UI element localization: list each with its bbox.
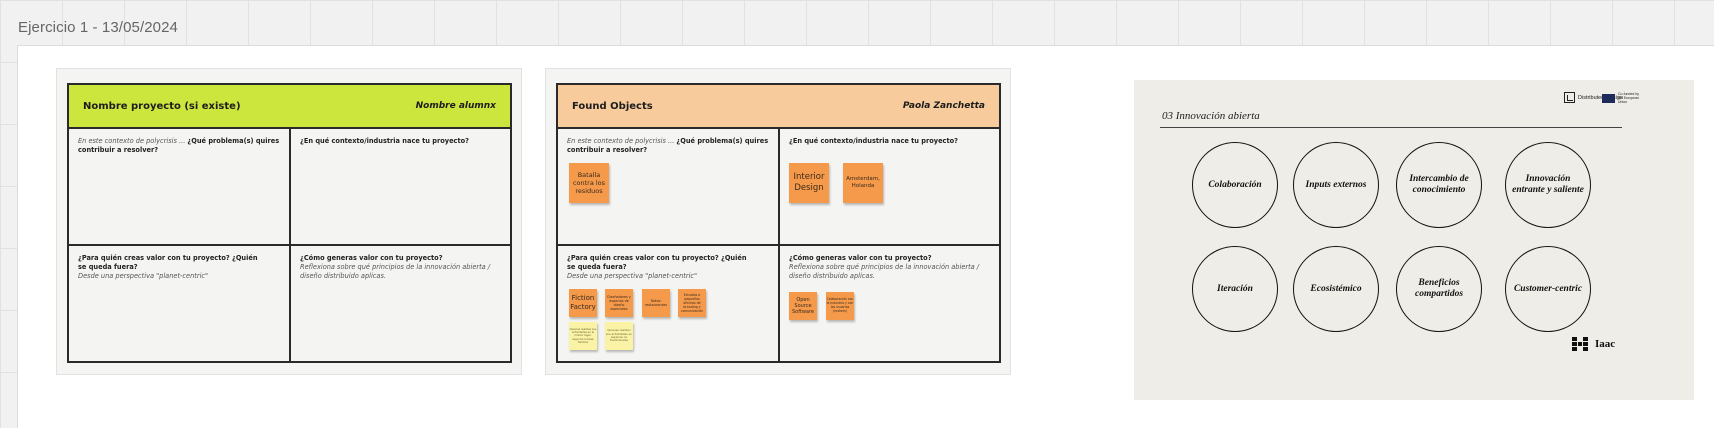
concept-circle[interactable]: Inputs externos [1293, 142, 1379, 228]
concept-circle[interactable]: Beneficios compartidos [1396, 246, 1482, 332]
cell-value-for[interactable]: ¿Para quién creas valor con tu proyecto?… [558, 246, 758, 289]
sticky-note[interactable]: Diseñadores y espacios de diseño especia… [605, 289, 633, 317]
board-template[interactable]: Nombre proyecto (si existe) Nombre alumn… [56, 68, 522, 375]
distributed-design-icon [1564, 92, 1575, 103]
cell-context[interactable]: ¿En qué contexto/industria nace tu proye… [291, 129, 512, 154]
cell-value-for-question: ¿Para quién creas valor con tu proyecto?… [567, 254, 747, 271]
sticky-note[interactable]: Colaboración con la industria y con los … [826, 292, 854, 320]
concept-circle[interactable]: Customer-centric [1505, 246, 1591, 332]
concept-circle[interactable]: Colaboración [1192, 142, 1278, 228]
concept-circle[interactable]: Ecosistémico [1293, 246, 1379, 332]
student-name-field[interactable]: Paola Zanchetta [903, 101, 985, 111]
cell-context[interactable]: ¿En qué contexto/industria nace tu proye… [780, 129, 1001, 154]
title-rule [1160, 127, 1622, 128]
cell-problem[interactable]: En este contexto de polycrisis ... ¿Qué … [558, 129, 778, 163]
cell-value-for-question: ¿Para quién creas valor con tu proyecto?… [78, 254, 258, 271]
iaac-logo: Iaac [1572, 337, 1615, 351]
sticky-note[interactable]: Batalla contra los residuos [569, 163, 609, 203]
innovation-board[interactable]: 03 Innovación abierta Distributed Design… [1134, 80, 1694, 400]
cell-value-how-question: ¿Cómo generas valor con tu proyecto? [300, 254, 443, 262]
canvas-grid: Nombre proyecto (si existe) Nombre alumn… [67, 83, 512, 363]
cell-problem-intro: En este contexto de polycrisis ... [567, 137, 677, 145]
eu-logo: Co-funded by the European Union [1602, 92, 1644, 104]
concept-circle[interactable]: Innovación entrante y saliente [1505, 142, 1591, 228]
iaac-grid-icon [1572, 337, 1588, 351]
iaac-wordmark: Iaac [1595, 338, 1616, 350]
concept-circle[interactable]: Iteración [1192, 246, 1278, 332]
sticky-note[interactable]: Fiction Factory [569, 289, 597, 317]
concept-circle[interactable]: Intercambio de conocimiento [1396, 142, 1482, 228]
sticky-note[interactable]: Interior Design [789, 163, 829, 203]
student-name-field[interactable]: Nombre alumnx [416, 101, 496, 111]
sticky-note[interactable]: Open Source Software [789, 292, 817, 320]
sticky-note-yellow[interactable]: Quienes realizan sus actividades en espa… [605, 322, 633, 350]
cell-context-question: ¿En qué contexto/industria nace tu proye… [789, 137, 958, 145]
sticky-note[interactable]: Todos: restaurantes [642, 289, 670, 317]
cell-problem[interactable]: En este contexto de polycrisis ... ¿Qué … [69, 129, 289, 163]
canvas-header: Found Objects Paola Zanchetta [558, 85, 999, 129]
eu-flag-icon [1602, 93, 1615, 103]
cell-problem-intro: En este contexto de polycrisis ... [78, 137, 188, 145]
sticky-note[interactable]: Amsterdam, Holanda [843, 163, 883, 203]
board-found-objects[interactable]: Found Objects Paola Zanchetta En este co… [545, 68, 1011, 375]
frame-title[interactable]: Ejercicio 1 - 13/05/2024 [18, 19, 178, 36]
cell-value-how-hint: Reflexiona sobre qué principios de la in… [300, 263, 491, 280]
cell-value-how[interactable]: ¿Cómo generas valor con tu proyecto? Refl… [780, 246, 1001, 289]
canvas-grid: Found Objects Paola Zanchetta En este co… [556, 83, 1001, 363]
cell-value-how-hint: Reflexiona sobre qué principios de la in… [789, 263, 980, 280]
cell-value-how[interactable]: ¿Cómo generas valor con tu proyecto? Refl… [291, 246, 512, 289]
innovation-board-title: 03 Innovación abierta [1162, 110, 1260, 122]
sticky-note[interactable]: Estudios o pequeñas oficinas de branding… [678, 289, 706, 317]
project-name-field[interactable]: Found Objects [572, 101, 653, 112]
cell-value-for[interactable]: ¿Para quién creas valor con tu proyecto?… [69, 246, 269, 289]
cell-value-for-hint: Desde una perspectiva "planet-centric" [567, 272, 698, 280]
cell-value-for-hint: Desde una perspectiva "planet-centric" [78, 272, 209, 280]
cell-context-question: ¿En qué contexto/industria nace tu proye… [300, 137, 469, 145]
eu-text: Co-funded by the European Union [1618, 92, 1640, 104]
canvas-header: Nombre proyecto (si existe) Nombre alumn… [69, 85, 510, 129]
cell-value-how-question: ¿Cómo generas valor con tu proyecto? [789, 254, 932, 262]
project-name-field[interactable]: Nombre proyecto (si existe) [83, 101, 241, 112]
sticky-note-yellow[interactable]: Quienes realizan sus actividades en el m… [569, 322, 597, 350]
